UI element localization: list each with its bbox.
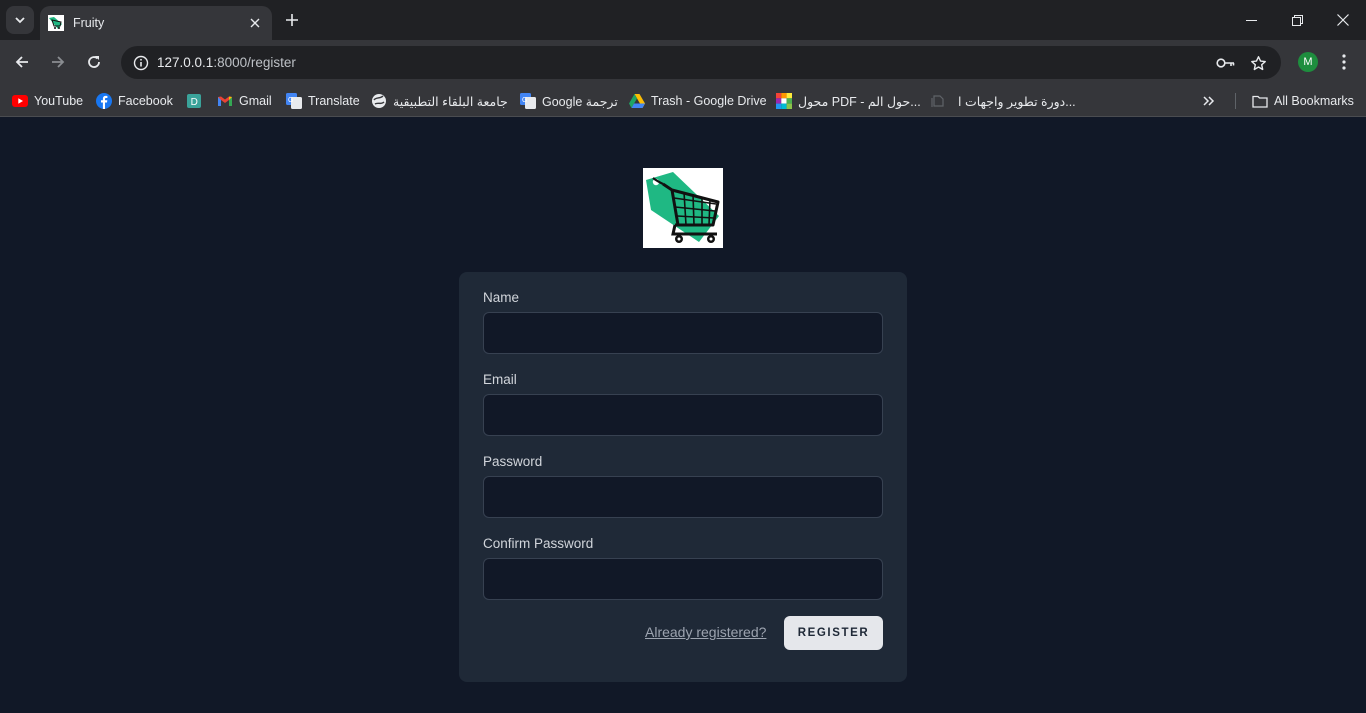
- password-key-button[interactable]: [1213, 50, 1239, 76]
- folder-icon: [1252, 93, 1268, 109]
- bookmark-google-translate-ar[interactable]: G Google ترجمة: [520, 91, 618, 111]
- all-bookmarks-label: All Bookmarks: [1274, 94, 1354, 108]
- bookmark-label: Facebook: [118, 94, 173, 108]
- tab-close-button[interactable]: [246, 14, 264, 32]
- info-icon: [133, 55, 149, 71]
- password-label: Password: [483, 454, 543, 469]
- page-content: Name Email Password Confirm Password Alr…: [0, 118, 1366, 713]
- bookmark-label: Gmail: [239, 94, 272, 108]
- more-bookmarks-button[interactable]: [1203, 91, 1215, 111]
- tab-strip: Fruity: [0, 0, 1366, 40]
- blank-page-icon: [930, 93, 946, 109]
- name-input[interactable]: [483, 312, 883, 354]
- tab-title: Fruity: [73, 16, 105, 30]
- bookmark-d[interactable]: D: [186, 91, 208, 111]
- bookmark-youtube[interactable]: YouTube: [12, 91, 83, 111]
- fruity-favicon-icon: [48, 15, 64, 31]
- svg-text:G: G: [288, 97, 293, 104]
- gmail-icon: [217, 93, 233, 109]
- back-button[interactable]: [8, 48, 36, 76]
- email-input[interactable]: [483, 394, 883, 436]
- name-label: Name: [483, 290, 520, 305]
- restore-icon: [1291, 14, 1303, 26]
- translate-icon: G: [286, 93, 302, 109]
- all-bookmarks-button[interactable]: All Bookmarks: [1252, 91, 1354, 111]
- bookmark-google-drive[interactable]: Trash - Google Drive: [629, 91, 767, 111]
- bookmark-label: YouTube: [34, 94, 84, 108]
- bookmark-label: Translate: [308, 94, 360, 108]
- bookmark-d-icon: D: [186, 93, 202, 109]
- password-input[interactable]: [483, 476, 883, 518]
- bookmark-label: دورة تطوير واجهات ا...: [958, 94, 1076, 109]
- bookmark-pdf-converter[interactable]: محول PDF - حول الم...: [776, 91, 921, 111]
- forward-button[interactable]: [44, 48, 72, 76]
- facebook-icon: [96, 93, 112, 109]
- reload-button[interactable]: [80, 48, 108, 76]
- star-icon: [1250, 55, 1266, 70]
- bookmark-label: جامعة البلقاء التطبيقية: [393, 94, 508, 109]
- bookmark-balqa[interactable]: جامعة البلقاء التطبيقية: [371, 91, 508, 111]
- close-icon: [1337, 14, 1349, 26]
- site-info-button[interactable]: [128, 50, 154, 76]
- restore-button[interactable]: [1274, 0, 1320, 40]
- translate-icon: G: [520, 93, 536, 109]
- pdf-converter-icon: [776, 93, 792, 109]
- bookmark-label: Trash - Google Drive: [651, 94, 767, 108]
- email-label: Email: [483, 372, 517, 387]
- bookmark-facebook[interactable]: Facebook: [96, 91, 173, 111]
- bookmarks-divider: [1235, 93, 1236, 109]
- new-tab-button[interactable]: [280, 8, 304, 32]
- svg-text:G: G: [522, 97, 527, 104]
- key-icon: [1216, 58, 1235, 68]
- reload-icon: [88, 56, 100, 68]
- bookmark-star-button[interactable]: [1245, 50, 1271, 76]
- already-registered-link[interactable]: Already registered?: [645, 624, 766, 640]
- browser-menu-button[interactable]: [1332, 49, 1356, 75]
- youtube-icon: [12, 93, 28, 109]
- url-text: 127.0.0.1:8000/register: [157, 55, 296, 70]
- arrow-right-icon: [52, 56, 65, 68]
- register-button[interactable]: REGISTER: [784, 616, 883, 650]
- globe-icon: [371, 93, 387, 109]
- drive-icon: [629, 93, 645, 109]
- tab-fruity[interactable]: Fruity: [40, 6, 272, 40]
- shopping-cart-tag-logo-icon: [646, 172, 720, 243]
- bookmark-gmail[interactable]: Gmail: [217, 91, 272, 111]
- app-logo[interactable]: [643, 168, 723, 248]
- bookmark-label: محول PDF - حول الم...: [798, 94, 921, 109]
- close-icon: [250, 18, 260, 28]
- confirm-password-input[interactable]: [483, 558, 883, 600]
- url-host: 127.0.0.1: [157, 55, 214, 70]
- bookmark-label: Google ترجمة: [542, 94, 618, 109]
- tab-search-button[interactable]: [6, 6, 34, 34]
- register-form: Name Email Password Confirm Password Alr…: [459, 272, 907, 682]
- svg-text:D: D: [191, 97, 198, 108]
- url-path: :8000/register: [213, 55, 296, 70]
- confirm-password-label: Confirm Password: [483, 536, 594, 551]
- profile-avatar[interactable]: M: [1298, 52, 1318, 72]
- plus-icon: [286, 14, 298, 26]
- bookmark-frontend-course[interactable]: دورة تطوير واجهات ا...: [930, 91, 1076, 111]
- minimize-button[interactable]: [1228, 0, 1274, 40]
- arrow-left-icon: [15, 56, 28, 68]
- close-window-button[interactable]: [1320, 0, 1366, 40]
- chevron-down-icon: [15, 17, 25, 24]
- more-vert-icon: [1342, 54, 1346, 70]
- bookmarks-bar: YouTube Facebook D Gmail G Translate جام…: [0, 85, 1366, 117]
- address-bar[interactable]: 127.0.0.1:8000/register: [121, 46, 1281, 79]
- minimize-icon: [1245, 19, 1257, 21]
- browser-toolbar: 127.0.0.1:8000/register M: [0, 40, 1366, 85]
- bookmark-translate[interactable]: G Translate: [286, 91, 360, 111]
- double-chevron-right-icon: [1203, 96, 1215, 106]
